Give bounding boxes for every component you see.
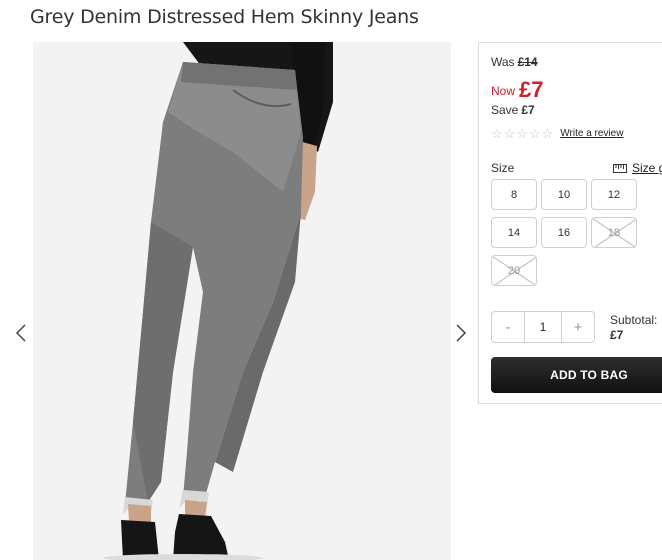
add-to-bag-button[interactable]: ADD TO BAG: [491, 357, 662, 393]
was-price: Was £14: [491, 55, 538, 69]
size-option-unavailable[interactable]: 18: [591, 217, 637, 248]
quantity-increase-button[interactable]: +: [561, 311, 595, 343]
quantity-stepper: - 1 +: [491, 311, 595, 343]
save-label: Save: [491, 103, 519, 117]
star-icon: ☆: [503, 126, 516, 141]
product-title: Grey Denim Distressed Hem Skinny Jeans: [30, 6, 419, 28]
size-option[interactable]: 10: [541, 179, 587, 210]
star-icon: ☆: [516, 126, 528, 141]
star-icon: ☆: [541, 126, 554, 141]
purchase-panel: Was £14 Now £7 Save £7 ☆ ☆ ☆ ☆ ☆ Write a re…: [478, 42, 662, 404]
now-price: Now £7: [491, 77, 544, 103]
chevron-left-icon: [15, 324, 26, 342]
now-label: Now: [491, 84, 516, 98]
quantity-input[interactable]: 1: [525, 311, 561, 343]
ruler-icon: [613, 163, 627, 173]
rating: ☆ ☆ ☆ ☆ ☆ Write a review: [491, 127, 623, 140]
size-option[interactable]: 14: [491, 217, 537, 248]
previous-image-button[interactable]: [12, 316, 30, 350]
size-option[interactable]: 16: [541, 217, 587, 248]
subtotal-label: Subtotal:: [610, 313, 658, 327]
star-icon: ☆: [491, 126, 503, 141]
size-option[interactable]: 8: [491, 179, 537, 210]
save-price: Save £7: [491, 103, 535, 117]
size-guide-label: Size g: [632, 161, 662, 175]
was-price-value: £14: [517, 55, 538, 69]
quantity-decrease-button[interactable]: -: [491, 311, 525, 343]
size-option[interactable]: 12: [591, 179, 637, 210]
size-label: Size: [491, 161, 515, 175]
was-label: Was: [491, 55, 515, 69]
star-icon: ☆: [528, 126, 541, 141]
subtotal: Subtotal: £7: [610, 313, 657, 343]
product-image[interactable]: [33, 42, 451, 560]
save-amount: £7: [521, 103, 535, 117]
subtotal-value: £7: [610, 328, 624, 342]
chevron-right-icon: [456, 324, 467, 342]
size-option-unavailable[interactable]: 20: [491, 255, 537, 286]
next-image-button[interactable]: [452, 316, 470, 350]
model-photo: [33, 42, 451, 560]
now-price-value: £7: [519, 77, 544, 102]
size-guide-link[interactable]: Size g: [613, 161, 662, 175]
write-review-link[interactable]: Write a review: [560, 128, 623, 139]
